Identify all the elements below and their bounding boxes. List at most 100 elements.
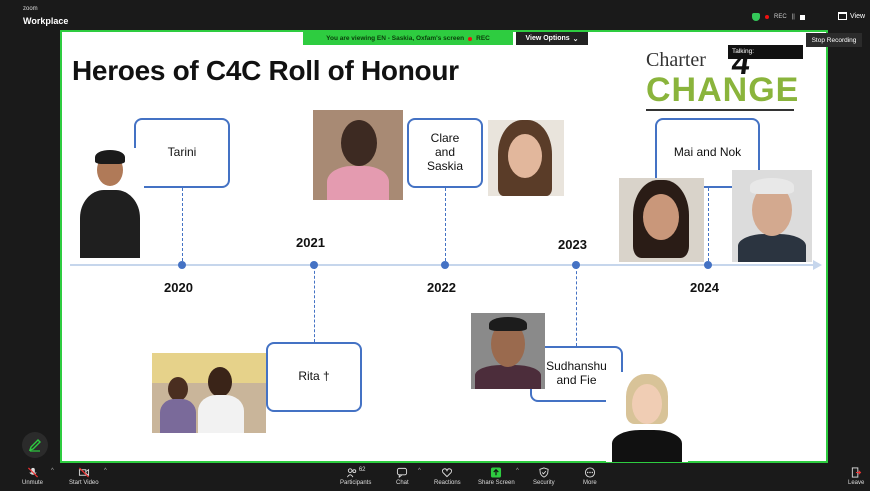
top-bar	[0, 0, 870, 30]
timeline-arrowhead	[813, 260, 822, 270]
pause-icon[interactable]: ||	[792, 14, 795, 20]
photo-face	[341, 120, 377, 166]
grid-icon	[838, 12, 847, 20]
logo-charter-text: Charter	[646, 49, 706, 71]
timeline-connector	[182, 188, 183, 266]
year-2021: 2021	[296, 235, 325, 250]
view-options-button[interactable]: View Options ⌄	[516, 32, 588, 45]
leave-icon	[852, 467, 862, 478]
start-video-label: Start Video	[69, 480, 99, 486]
share-screen-icon	[491, 467, 502, 478]
banner-rec-label: REC	[476, 35, 490, 42]
camera-off-icon	[78, 467, 89, 478]
honouree-box: Rita †	[266, 342, 362, 412]
talking-indicator: Talking:	[728, 45, 803, 59]
brand-small: zoom	[23, 6, 38, 12]
chat-label: Chat	[396, 480, 409, 486]
shield-icon	[539, 467, 549, 478]
stop-recording-label: Stop Recording	[811, 36, 857, 44]
brand-name: Workplace	[23, 16, 69, 26]
photo-figure	[327, 166, 389, 200]
photo-rita	[152, 353, 266, 433]
honouree-box: Clare and Saskia	[407, 118, 483, 188]
photo-figure	[475, 365, 541, 389]
honouree-box: Tarini	[134, 118, 230, 188]
photo-hair	[750, 178, 794, 194]
participants-button[interactable]: 62 Participants	[340, 467, 371, 486]
viewing-text: You are viewing EN - Saskia, Oxfam's scr…	[326, 35, 465, 42]
stop-icon[interactable]	[799, 14, 805, 20]
chevron-up-icon[interactable]: ^	[51, 468, 54, 474]
leave-label: Leave	[848, 480, 865, 486]
slide-title: Heroes of C4C Roll of Honour	[72, 55, 459, 86]
start-video-button[interactable]: Start Video	[69, 467, 99, 486]
view-label: View	[850, 12, 866, 20]
chat-button[interactable]: Chat	[396, 467, 409, 486]
year-2024: 2024	[690, 280, 719, 295]
annotate-button[interactable]	[22, 432, 48, 458]
timeline-dot	[178, 261, 186, 269]
heart-icon	[442, 468, 453, 478]
app-logo: zoom Workplace	[23, 6, 68, 28]
participants-icon	[346, 468, 357, 478]
stop-recording-tooltip: Stop Recording	[806, 33, 862, 47]
shield-icon	[752, 13, 760, 21]
photo-face	[208, 367, 232, 397]
timeline-connector	[708, 188, 709, 266]
photo-figure	[738, 234, 806, 262]
participants-label: Participants	[340, 480, 372, 486]
chat-icon	[397, 467, 408, 478]
photo-nok	[732, 170, 812, 262]
reactions-button[interactable]: Reactions	[434, 467, 461, 486]
timeline-connector	[576, 266, 577, 346]
viewing-banner: You are viewing EN - Saskia, Oxfam's scr…	[303, 32, 513, 45]
timeline-dot	[572, 261, 580, 269]
timeline-dot	[704, 261, 712, 269]
share-screen-button[interactable]: Share Screen	[478, 467, 515, 486]
photo-clare	[313, 110, 403, 200]
timeline-dot	[441, 261, 449, 269]
leave-button[interactable]: Leave	[848, 467, 864, 486]
photo-figure	[612, 430, 682, 462]
photo-figure	[160, 399, 196, 433]
security-button[interactable]: Security	[533, 467, 555, 486]
pencil-icon	[28, 439, 41, 452]
share-screen-label: Share Screen	[478, 480, 515, 486]
chevron-up-icon[interactable]: ^	[104, 468, 107, 474]
more-icon	[584, 467, 595, 478]
photo-mai	[619, 178, 704, 262]
photo-figure	[198, 395, 244, 433]
unmute-label: Unmute	[22, 480, 44, 486]
more-label: More	[583, 480, 597, 486]
reactions-label: Reactions	[434, 480, 461, 486]
view-button[interactable]: View	[838, 12, 865, 20]
unmute-button[interactable]: Unmute	[22, 467, 43, 486]
photo-hair	[95, 150, 125, 164]
chevron-up-icon[interactable]: ^	[418, 468, 421, 474]
photo-sudhanshu	[471, 313, 545, 389]
rec-label: REC	[774, 14, 787, 20]
recording-indicator[interactable]: REC ||	[752, 12, 805, 22]
photo-saskia	[488, 120, 564, 196]
year-2020: 2020	[164, 280, 193, 295]
photo-tarini	[76, 148, 144, 258]
photo-fie	[606, 372, 688, 462]
year-2022: 2022	[427, 280, 456, 295]
microphone-muted-icon	[27, 467, 38, 478]
security-label: Security	[533, 480, 555, 486]
photo-face	[643, 194, 679, 240]
timeline-connector	[445, 188, 446, 266]
year-2023: 2023	[558, 237, 587, 252]
timeline-dot	[310, 261, 318, 269]
participants-count: 62	[358, 467, 366, 473]
chevron-up-icon[interactable]: ^	[516, 468, 519, 474]
logo-change-text: CHANGE	[646, 71, 800, 109]
record-dot-icon	[765, 15, 769, 19]
photo-face	[508, 134, 542, 178]
photo-face	[168, 377, 188, 401]
more-button[interactable]: More	[583, 467, 597, 486]
view-options-label: View Options	[525, 35, 570, 42]
photo-face	[632, 384, 662, 424]
record-dot-icon	[468, 36, 473, 41]
photo-hair	[489, 317, 527, 331]
